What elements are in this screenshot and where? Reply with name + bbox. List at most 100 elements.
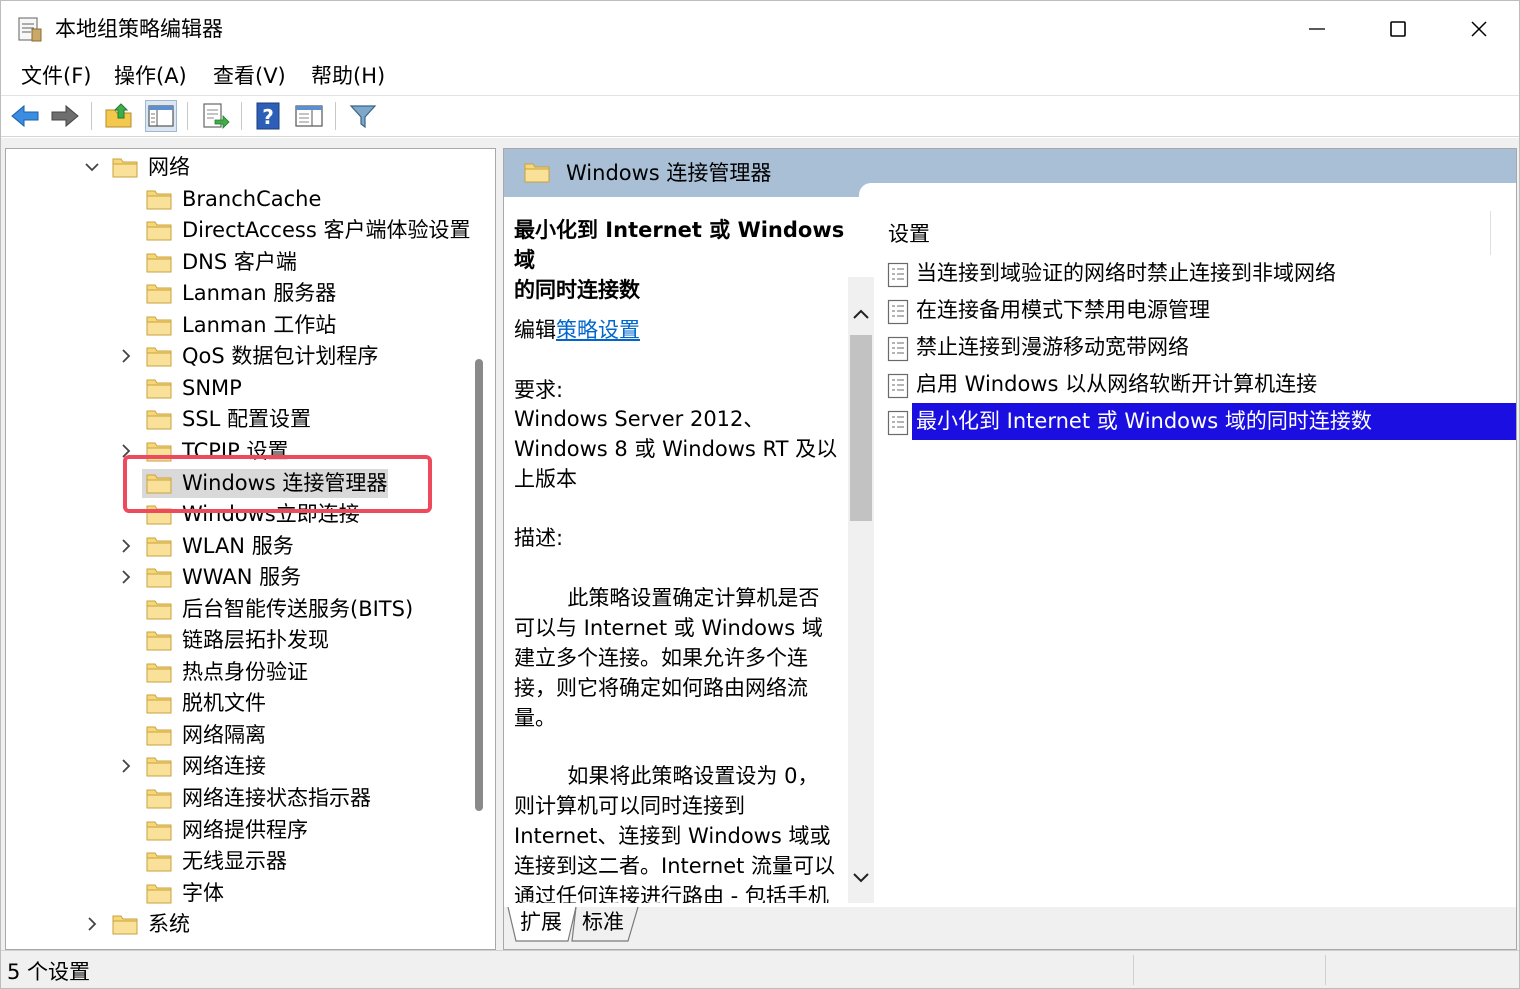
- scroll-down-icon[interactable]: [851, 867, 871, 887]
- menu-file[interactable]: 文件(F): [21, 61, 91, 91]
- properties-pane-icon: [295, 105, 323, 127]
- tree-item-label: 网络: [148, 155, 190, 179]
- up-level-button[interactable]: [103, 100, 135, 132]
- export-list-icon: [203, 103, 230, 129]
- edit-prefix: 编辑: [514, 318, 556, 342]
- folder-icon: [112, 915, 138, 935]
- export-list-button[interactable]: [199, 100, 231, 132]
- tree-item-label: 后台智能传送服务(BITS): [182, 596, 414, 621]
- annotation-highlight-box: [123, 455, 432, 513]
- setting-row[interactable]: 在连接备用模式下禁用电源管理: [876, 292, 1516, 329]
- edit-policy-link[interactable]: 策略设置: [556, 318, 640, 342]
- chevron-right-icon[interactable]: [82, 914, 102, 934]
- description-scrollbar[interactable]: [848, 277, 874, 903]
- chevron-down-icon[interactable]: [82, 157, 102, 177]
- setting-label: 最小化到 Internet 或 Windows 域的同时连接数: [916, 409, 1372, 433]
- setting-row[interactable]: 启用 Windows 以从网络软断开计算机连接: [876, 366, 1516, 403]
- toolbar-separator: [187, 102, 188, 130]
- tree-item-label: BranchCache: [182, 186, 322, 211]
- tree-item[interactable]: BranchCache: [6, 184, 476, 215]
- show-hide-tree-button[interactable]: [145, 100, 177, 132]
- folder-icon: [112, 158, 138, 178]
- show-hide-tree-icon: [148, 105, 174, 127]
- tree-pane[interactable]: 网络 BranchCache DirectAccess 客户端体验设置 DNS 客户端…: [5, 148, 496, 950]
- gpedit-app-icon: [18, 17, 42, 42]
- forward-arrow-icon: [51, 104, 79, 128]
- chevron-right-icon[interactable]: [116, 346, 136, 366]
- tree-item[interactable]: WLAN 服务: [6, 531, 476, 562]
- tree-item[interactable]: 网络: [6, 152, 476, 183]
- forward-button[interactable]: [49, 100, 81, 132]
- tree-item-label: 脱机文件: [182, 691, 266, 716]
- description-scroll-thumb[interactable]: [850, 335, 872, 521]
- column-header-divider[interactable]: [1490, 211, 1491, 255]
- folder-icon: [146, 600, 172, 620]
- tree-item[interactable]: DNS 客户端: [6, 247, 476, 278]
- tree-item[interactable]: Lanman 工作站: [6, 310, 476, 341]
- window-title: 本地组策略编辑器: [55, 17, 223, 41]
- tree-item[interactable]: 脱机文件: [6, 688, 476, 719]
- back-button[interactable]: [9, 100, 41, 132]
- details-pane: Windows 连接管理器 最小化到 Internet 或 Windows 域 …: [503, 148, 1517, 950]
- menu-view[interactable]: 查看(V): [213, 61, 286, 91]
- tree-item[interactable]: SNMP: [6, 373, 476, 404]
- menu-action[interactable]: 操作(A): [114, 61, 187, 91]
- setting-row[interactable]: 最小化到 Internet 或 Windows 域的同时连接数: [876, 403, 1516, 440]
- policy-setting-icon: [887, 299, 909, 325]
- tree-scroll-thumb[interactable]: [475, 359, 483, 811]
- tree-item-label: SNMP: [182, 375, 242, 400]
- tree-item[interactable]: Lanman 服务器: [6, 278, 476, 309]
- view-tabs: 扩展 标准: [504, 907, 1516, 949]
- tree-item[interactable]: 网络隔离: [6, 720, 476, 751]
- tree-item[interactable]: WWAN 服务: [6, 562, 476, 593]
- tree-item[interactable]: 后台智能传送服务(BITS): [6, 594, 476, 625]
- setting-row[interactable]: 禁止连接到漫游移动宽带网络: [876, 329, 1516, 366]
- scroll-up-icon[interactable]: [851, 305, 871, 325]
- description-pane: 最小化到 Internet 或 Windows 域 的同时连接数 编辑策略设置 …: [504, 197, 849, 903]
- tab-extended[interactable]: 扩展: [520, 907, 562, 941]
- tree-item-label: WLAN 服务: [182, 533, 294, 558]
- chevron-right-icon[interactable]: [116, 756, 136, 776]
- folder-icon: [146, 884, 172, 904]
- setting-label: 当连接到域验证的网络时禁止连接到非域网络: [916, 261, 1336, 285]
- filter-button[interactable]: [347, 100, 379, 132]
- tree-item[interactable]: 网络连接: [6, 751, 476, 782]
- tree-item[interactable]: DirectAccess 客户端体验设置: [6, 215, 476, 246]
- help-icon: ?: [256, 102, 280, 130]
- toolbar-separator: [241, 102, 242, 130]
- policy-setting-icon: [887, 336, 909, 362]
- properties-pane-button[interactable]: [293, 100, 325, 132]
- column-header-setting[interactable]: 设置: [888, 219, 930, 249]
- maximize-icon: [1390, 21, 1406, 37]
- tree-item-label: DNS 客户端: [182, 249, 297, 274]
- chevron-right-icon[interactable]: [116, 567, 136, 587]
- folder-icon: [146, 537, 172, 557]
- tree-item[interactable]: 网络连接状态指示器: [6, 783, 476, 814]
- tab-standard[interactable]: 标准: [582, 907, 624, 941]
- tree-item-label: DirectAccess 客户端体验设置: [182, 218, 471, 243]
- tree-item[interactable]: 热点身份验证: [6, 657, 476, 688]
- description-line: 则计算机可以同时连接到: [514, 794, 745, 818]
- tree-item[interactable]: 无线显示器: [6, 846, 476, 877]
- panes-area: 网络 BranchCache DirectAccess 客户端体验设置 DNS 客户端…: [1, 138, 1519, 950]
- tree-item-label: 字体: [182, 880, 224, 905]
- tree-item[interactable]: 网络提供程序: [6, 815, 476, 846]
- folder-icon: [146, 821, 172, 841]
- maximize-button[interactable]: [1358, 1, 1438, 57]
- tree-item[interactable]: 链路层拓扑发现: [6, 625, 476, 656]
- setting-row[interactable]: 当连接到域验证的网络时禁止连接到非域网络: [876, 255, 1516, 292]
- policy-title: 最小化到 Internet 或 Windows 域 的同时连接数: [514, 215, 849, 305]
- help-button[interactable]: ?: [253, 100, 285, 132]
- setting-label: 禁止连接到漫游移动宽带网络: [916, 335, 1189, 359]
- tree-item[interactable]: SSL 配置设置: [6, 404, 476, 435]
- tree-item[interactable]: QoS 数据包计划程序: [6, 341, 476, 372]
- close-button[interactable]: [1439, 1, 1519, 57]
- minimize-button[interactable]: [1277, 1, 1357, 57]
- description-line: 量。: [514, 706, 556, 730]
- chevron-right-icon[interactable]: [116, 536, 136, 556]
- tree-item[interactable]: 字体: [6, 878, 476, 909]
- setting-label: 启用 Windows 以从网络软断开计算机连接: [916, 372, 1318, 396]
- menu-help[interactable]: 帮助(H): [311, 61, 385, 91]
- folder-icon: [146, 221, 172, 241]
- tree-item[interactable]: 系统: [6, 909, 476, 940]
